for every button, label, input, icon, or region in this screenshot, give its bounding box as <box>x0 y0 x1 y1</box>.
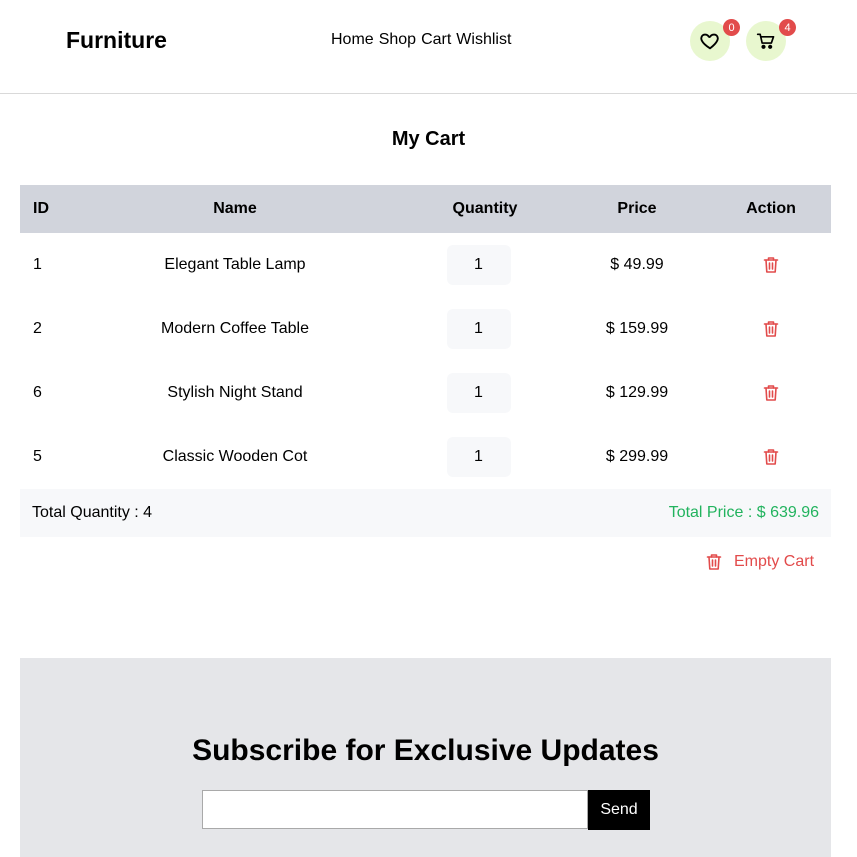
cart-icon <box>756 33 775 49</box>
cart-button[interactable]: 4 <box>746 19 796 61</box>
row-id: 2 <box>33 320 42 337</box>
heart-icon <box>700 33 719 50</box>
quantity-field[interactable]: 1 <box>446 373 511 413</box>
quantity-field[interactable]: 1 <box>446 309 511 349</box>
nav-wishlist[interactable]: Wishlist <box>456 31 511 49</box>
row-id: 5 <box>33 448 42 465</box>
col-name: Name <box>213 200 257 217</box>
delete-item-button[interactable] <box>763 320 779 338</box>
row-price: $ 299.99 <box>605 448 669 465</box>
send-button[interactable]: Send <box>588 790 650 830</box>
trash-icon <box>763 449 779 465</box>
empty-cart-button[interactable]: Empty Cart <box>706 553 814 571</box>
delete-item-button[interactable] <box>763 256 779 274</box>
trash-icon <box>763 257 779 273</box>
trash-icon <box>706 554 722 570</box>
table-row: 5 Classic Wooden Cot 1 $ 299.99 <box>20 425 831 489</box>
trash-icon <box>763 385 779 401</box>
row-price: $ 129.99 <box>605 384 669 401</box>
table-row: 2 Modern Coffee Table 1 $ 159.99 <box>20 297 831 361</box>
nav-cart[interactable]: Cart <box>421 31 451 49</box>
total-price: Total Price : $ 639.96 <box>668 504 819 521</box>
subscribe-email-input[interactable] <box>202 790 588 829</box>
row-name: Elegant Table Lamp <box>164 256 306 273</box>
subscribe-section: Subscribe for Exclusive Updates Send <box>20 658 831 857</box>
row-name: Stylish Night Stand <box>167 384 303 401</box>
col-price: Price <box>617 200 657 217</box>
subscribe-title: Subscribe for Exclusive Updates <box>192 734 659 767</box>
empty-cart-label: Empty Cart <box>734 553 815 570</box>
row-id: 1 <box>33 256 42 273</box>
col-quantity: Quantity <box>452 200 518 217</box>
delete-item-button[interactable] <box>763 448 779 466</box>
table-row: 6 Stylish Night Stand 1 $ 129.99 <box>20 361 831 425</box>
nav-shop[interactable]: Shop <box>379 31 416 49</box>
row-price: $ 49.99 <box>610 256 664 273</box>
site-header: Furniture Home Shop Cart Wishlist 0 4 <box>0 0 857 94</box>
delete-item-button[interactable] <box>763 384 779 402</box>
wishlist-count-badge: 0 <box>723 19 740 36</box>
trash-icon <box>763 321 779 337</box>
cart-count-badge: 4 <box>779 19 796 36</box>
nav-home[interactable]: Home <box>331 31 374 49</box>
row-name: Modern Coffee Table <box>161 320 309 337</box>
col-id: ID <box>33 200 49 217</box>
table-row: 1 Elegant Table Lamp 1 $ 49.99 <box>20 233 831 297</box>
row-price: $ 159.99 <box>605 320 669 337</box>
quantity-field[interactable]: 1 <box>446 437 511 477</box>
row-name: Classic Wooden Cot <box>162 448 308 465</box>
row-id: 6 <box>33 384 42 401</box>
quantity-field[interactable]: 1 <box>446 245 511 285</box>
total-quantity: Total Quantity : 4 <box>32 504 153 521</box>
logo[interactable]: Furniture <box>66 27 167 54</box>
col-action: Action <box>746 200 796 217</box>
page-title: My Cart <box>391 128 466 150</box>
cart-summary: Total Quantity : 4 Total Price : $ 639.9… <box>20 489 831 537</box>
cart-table: ID Name Quantity Price Action 1 Elegant … <box>20 185 831 489</box>
wishlist-button[interactable]: 0 <box>690 19 740 61</box>
table-header: ID Name Quantity Price Action <box>20 185 831 233</box>
main-nav: Home Shop Cart Wishlist <box>331 31 511 49</box>
